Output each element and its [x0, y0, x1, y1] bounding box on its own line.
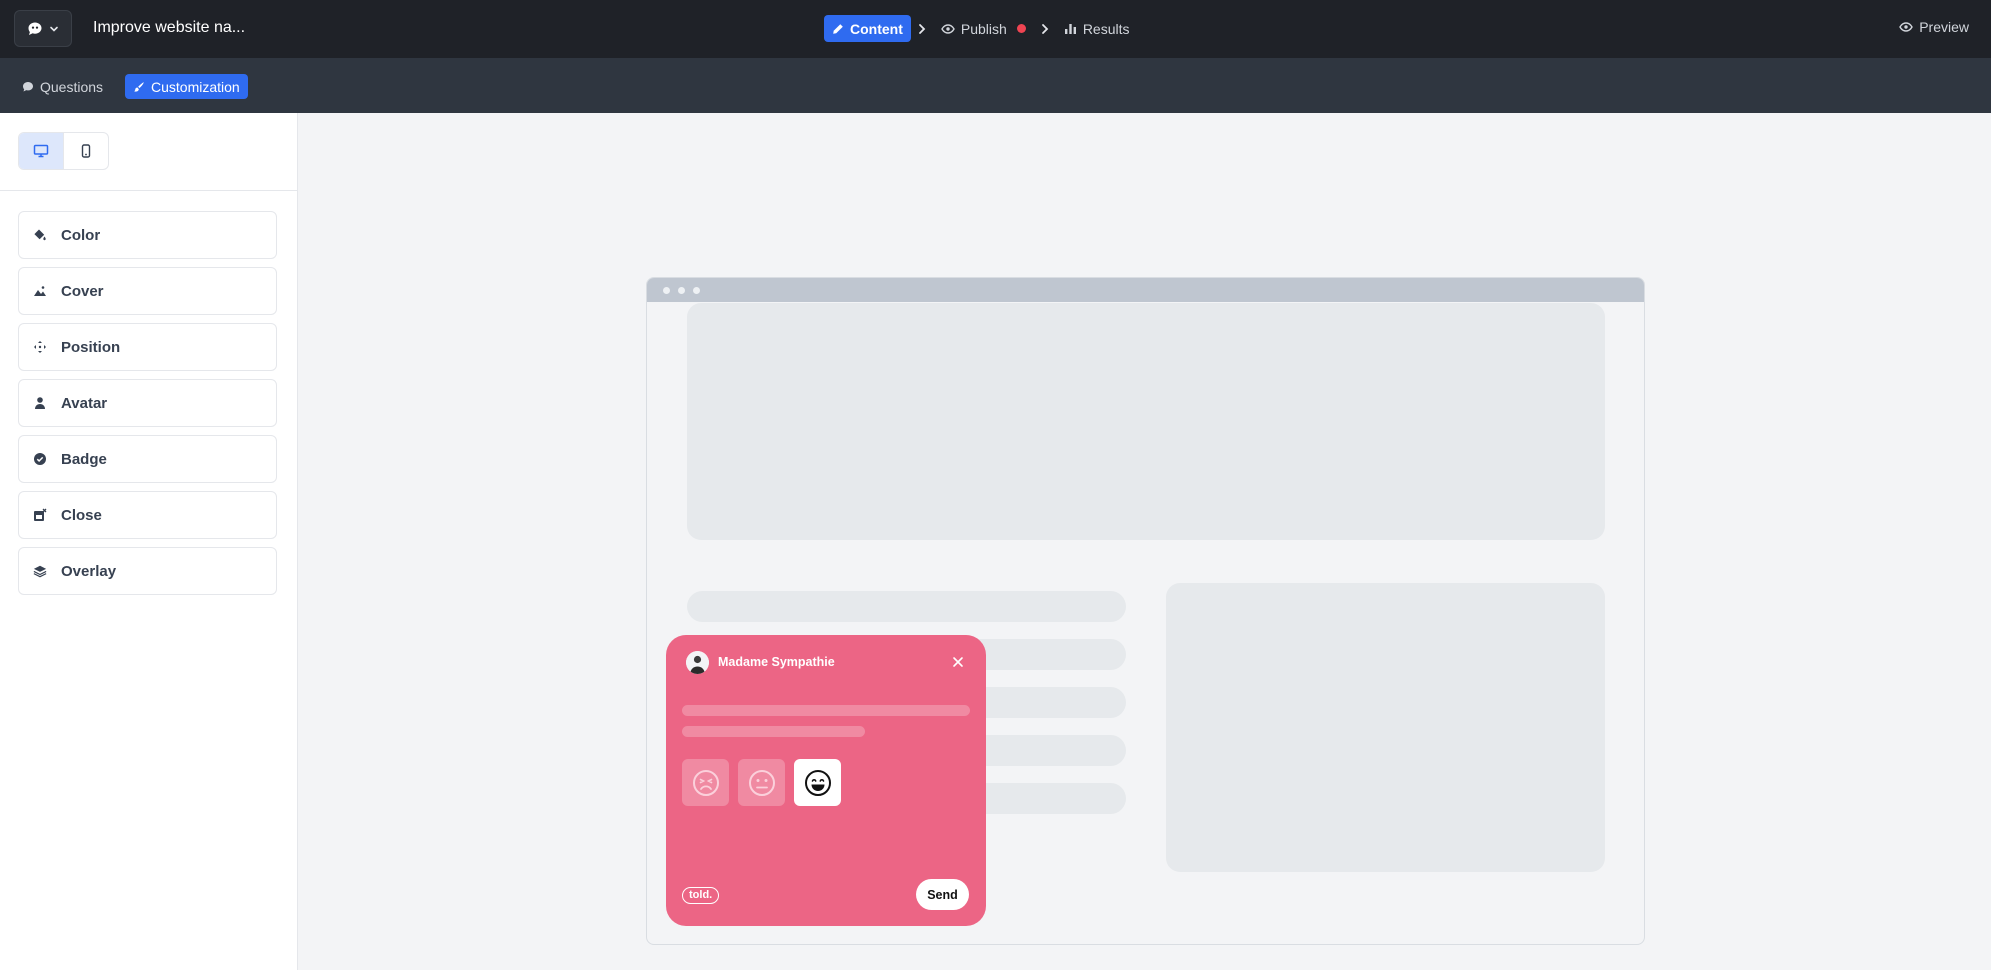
desktop-mode-button[interactable]	[19, 133, 63, 169]
close-window-icon	[33, 508, 47, 522]
menu-item-position[interactable]: Position	[18, 323, 277, 371]
eye-icon	[941, 23, 955, 34]
window-dot	[663, 286, 670, 294]
send-button[interactable]: Send	[916, 879, 969, 910]
mobile-icon	[81, 144, 91, 158]
paint-bucket-icon	[33, 228, 47, 242]
window-dot	[678, 286, 685, 294]
menu-item-close[interactable]: Close	[18, 491, 277, 539]
step-publish[interactable]: Publish	[933, 15, 1034, 42]
menu-item-label: Position	[61, 338, 121, 356]
app-menu-button[interactable]	[14, 10, 72, 47]
menu-item-overlay[interactable]: Overlay	[18, 547, 277, 595]
mountain-image-icon	[33, 284, 47, 298]
device-toggle	[18, 132, 109, 170]
preview-label: Preview	[1919, 19, 1969, 35]
desktop-icon	[33, 144, 49, 158]
tab-customization-label: Customization	[151, 78, 240, 95]
emoji-option-sad[interactable]	[682, 759, 729, 806]
chat-bubble-logo-icon	[28, 22, 42, 35]
paint-brush-icon	[134, 81, 144, 92]
menu-item-cover[interactable]: Cover	[18, 267, 277, 315]
step-publish-label: Publish	[960, 20, 1007, 37]
brand-logo[interactable]: told.	[682, 887, 720, 904]
customization-menu: Color Cover Position Avatar Badge Close …	[18, 211, 277, 603]
author-name: Madame Sympathie	[718, 655, 835, 669]
menu-item-label: Avatar	[61, 394, 108, 412]
sad-face-icon	[692, 769, 719, 796]
mobile-mode-button[interactable]	[63, 133, 108, 169]
bar-chart-icon	[1064, 23, 1076, 34]
customization-sidebar: Color Cover Position Avatar Badge Close …	[0, 113, 298, 970]
menu-item-label: Badge	[61, 450, 107, 468]
pencil-icon	[833, 23, 843, 34]
menu-item-avatar[interactable]: Avatar	[18, 379, 277, 427]
preview-button[interactable]: Preview	[1899, 19, 1969, 35]
happy-face-icon	[804, 769, 831, 796]
alert-dot	[1016, 24, 1026, 33]
survey-widget: Madame Sympathie told. Send	[666, 635, 986, 926]
sidebar-divider	[0, 190, 298, 191]
chat-icon	[23, 81, 33, 91]
top-bar: Improve website na... Content Publish Re…	[0, 0, 1991, 58]
tab-questions[interactable]: Questions	[14, 74, 111, 99]
placeholder-card	[1166, 583, 1605, 872]
avatar	[686, 651, 709, 674]
step-content-label: Content	[850, 20, 903, 37]
step-content[interactable]: Content	[824, 15, 911, 42]
badge-check-icon	[33, 452, 47, 466]
step-results-label: Results	[1082, 20, 1130, 37]
workflow-steps: Content Publish Results	[824, 15, 1138, 42]
question-placeholder-line	[682, 705, 970, 716]
sub-navigation: Questions Customization	[0, 58, 1991, 113]
emoji-option-neutral[interactable]	[738, 759, 785, 806]
menu-item-label: Cover	[61, 282, 104, 300]
menu-item-label: Color	[61, 226, 101, 244]
layers-icon	[33, 564, 47, 578]
eye-icon	[1899, 22, 1914, 32]
document-title[interactable]: Improve website na...	[93, 19, 245, 37]
tab-questions-label: Questions	[40, 78, 104, 95]
move-arrows-icon	[33, 340, 47, 354]
user-icon	[33, 396, 47, 410]
browser-title-bar	[647, 278, 1644, 302]
chevron-right-icon	[917, 23, 927, 35]
emoji-option-happy[interactable]	[794, 759, 841, 806]
chevron-down-icon	[50, 26, 58, 32]
placeholder-hero	[687, 303, 1605, 540]
placeholder-line	[687, 591, 1126, 622]
step-results[interactable]: Results	[1056, 15, 1138, 42]
menu-item-badge[interactable]: Badge	[18, 435, 277, 483]
menu-item-label: Overlay	[61, 562, 117, 580]
chevron-right-icon	[1040, 23, 1050, 35]
menu-item-color[interactable]: Color	[18, 211, 277, 259]
neutral-face-icon	[748, 769, 775, 796]
question-placeholder-line	[682, 726, 865, 737]
window-dot	[693, 286, 700, 294]
menu-item-label: Close	[61, 506, 102, 524]
close-icon[interactable]	[949, 653, 967, 671]
tab-customization[interactable]: Customization	[125, 74, 248, 99]
